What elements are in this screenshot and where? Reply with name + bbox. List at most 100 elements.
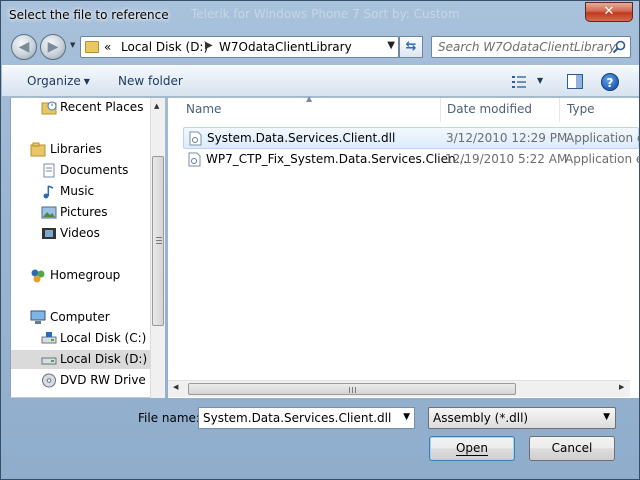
address-dropdown-icon[interactable]: ▼ xyxy=(387,40,395,51)
grip-line xyxy=(156,237,162,238)
new-folder-button[interactable]: New folder xyxy=(118,74,183,88)
cancel-button[interactable]: Cancel xyxy=(529,436,615,461)
forward-button[interactable]: ▶ xyxy=(40,34,66,60)
sidebar-item-label: Local Disk (D:) xyxy=(60,352,148,366)
column-header-date-modified[interactable]: Date modified xyxy=(447,102,532,126)
back-button[interactable]: ◀ xyxy=(11,34,37,60)
sidebar-item-homegroup[interactable]: Homegroup xyxy=(11,266,151,285)
homegroup-icon xyxy=(31,269,45,283)
address-bar[interactable]: « Local Disk (D:) ▶ W7OdataClientLibrary… xyxy=(80,36,399,58)
grip-line xyxy=(349,387,350,393)
dvd-drive-icon xyxy=(42,373,56,388)
file-dialog-window: Telerik for Windows Phone 7 Sort by: Cus… xyxy=(0,0,640,480)
drive-icon xyxy=(41,332,57,344)
sidebar-item-label: Videos xyxy=(60,226,100,240)
grip-line xyxy=(156,240,162,241)
sidebar-item-label: Homegroup xyxy=(50,268,121,282)
folder-icon xyxy=(85,41,99,53)
address-segment-folder[interactable]: W7OdataClientLibrary xyxy=(219,40,352,54)
back-arrow-icon: ◀ xyxy=(18,39,30,55)
address-overflow[interactable]: « xyxy=(104,40,111,54)
open-button[interactable]: Open xyxy=(429,436,515,461)
help-icon[interactable]: ? xyxy=(601,73,619,91)
grip-line xyxy=(156,243,162,244)
preview-pane-icon[interactable] xyxy=(567,74,583,89)
scrollbar-thumb[interactable] xyxy=(188,383,516,395)
organize-menu[interactable]: Organize ▼ xyxy=(27,74,90,88)
file-date: 3/12/2010 12:29 PM xyxy=(446,131,568,145)
sidebar-item-local-disk-c[interactable]: Local Disk (C:) xyxy=(11,329,151,348)
file-name-value[interactable]: System.Data.Services.Client.dll xyxy=(203,411,391,425)
search-box[interactable]: Search W7OdataClientLibrary xyxy=(431,36,631,58)
forward-arrow-icon: ▶ xyxy=(47,39,59,55)
sidebar-item-computer[interactable]: Computer xyxy=(11,308,151,327)
scrollbar-thumb[interactable] xyxy=(152,156,164,326)
refresh-button[interactable]: ⇆ xyxy=(399,36,423,58)
column-header-type[interactable]: Type xyxy=(567,102,595,126)
sort-ascending-icon: ▲ xyxy=(306,94,313,103)
chevron-down-icon[interactable]: ▼ xyxy=(403,412,410,422)
chevron-down-icon: ▼ xyxy=(83,77,90,86)
search-input[interactable]: Search W7OdataClientLibrary xyxy=(438,40,616,54)
chevron-right-icon[interactable]: ▶ xyxy=(205,40,213,51)
file-type: Application e xyxy=(565,152,640,166)
scroll-left-icon[interactable]: ◀ xyxy=(173,383,178,391)
file-list: ▲ Name Date modified Type System.Data.Se… xyxy=(168,94,640,398)
computer-icon xyxy=(30,310,46,324)
search-icon[interactable] xyxy=(612,40,626,54)
sidebar-item-music[interactable]: Music xyxy=(11,182,151,201)
sidebar-item-label: Local Disk (C:) xyxy=(60,331,147,345)
recent-locations-dropdown-icon[interactable]: ▼ xyxy=(70,41,80,53)
column-divider[interactable] xyxy=(440,98,441,122)
sidebar-item-local-disk-d[interactable]: Local Disk (D:) xyxy=(11,350,151,369)
grip-line xyxy=(352,387,353,393)
videos-icon xyxy=(42,228,56,239)
sidebar-item-documents[interactable]: Documents xyxy=(11,161,151,180)
file-row[interactable]: WP7_CTP_Fix_System.Data.Services.Clien..… xyxy=(183,149,640,171)
title-bar[interactable]: Telerik for Windows Phone 7 Sort by: Cus… xyxy=(1,1,639,31)
sidebar-item-label: Documents xyxy=(60,163,129,177)
column-header-name[interactable]: Name xyxy=(186,102,221,126)
file-list-horizontal-scrollbar[interactable]: ◀ ▶ xyxy=(168,380,630,397)
sidebar-item-label: Pictures xyxy=(60,205,108,219)
address-segment-drive[interactable]: Local Disk (D:) xyxy=(121,40,208,54)
scroll-right-icon[interactable]: ▶ xyxy=(619,383,624,391)
file-date: 12/19/2010 5:22 AM xyxy=(445,152,568,166)
close-button[interactable]: ✕ xyxy=(585,2,633,22)
documents-icon xyxy=(43,163,55,178)
sidebar-item-pictures[interactable]: Pictures xyxy=(11,203,151,222)
file-type: Application e xyxy=(566,131,640,145)
dll-file-icon xyxy=(188,152,201,167)
file-type-value: Assembly (*.dll) xyxy=(433,411,529,425)
background-window-ghost-text: Telerik for Windows Phone 7 Sort by: Cus… xyxy=(191,7,460,21)
grip-line xyxy=(355,387,356,393)
sidebar-item-recent-places[interactable]: Recent Places xyxy=(11,98,151,117)
column-divider[interactable] xyxy=(559,98,560,122)
sidebar-item-libraries[interactable]: Libraries xyxy=(11,140,151,159)
file-type-select[interactable]: Assembly (*.dll) ▼ xyxy=(428,407,616,429)
file-name-label: File name: xyxy=(138,411,200,425)
file-name: WP7_CTP_Fix_System.Data.Services.Clien..… xyxy=(206,152,468,166)
navigation-pane: Recent Places Libraries Documents Music … xyxy=(10,98,166,398)
file-name-field[interactable]: System.Data.Services.Client.dll ▼ xyxy=(198,407,415,429)
sidebar-item-dvd-drive[interactable]: DVD RW Drive (E: xyxy=(11,371,166,390)
dll-file-icon xyxy=(189,131,202,146)
scroll-up-icon[interactable]: ▲ xyxy=(154,102,159,110)
libraries-icon xyxy=(30,142,46,157)
sidebar-item-label: Libraries xyxy=(50,142,102,156)
window-title: Select the file to reference xyxy=(9,8,169,22)
command-bar: Organize ▼ New folder ▼ ? xyxy=(2,65,639,97)
refresh-icon: ⇆ xyxy=(405,39,417,54)
music-icon xyxy=(43,185,54,199)
recent-places-icon xyxy=(41,101,57,115)
file-name: System.Data.Services.Client.dll xyxy=(207,131,396,145)
sidebar-item-label: Music xyxy=(60,184,95,198)
sidebar-item-label: Recent Places xyxy=(60,100,144,114)
chevron-down-icon[interactable]: ▼ xyxy=(603,412,610,422)
navigation-pane-scrollbar[interactable]: ▲ xyxy=(150,98,165,398)
views-icon[interactable] xyxy=(511,75,527,89)
sidebar-item-videos[interactable]: Videos xyxy=(11,224,151,243)
file-row[interactable]: System.Data.Services.Client.dll 3/12/201… xyxy=(183,127,640,149)
views-dropdown-icon[interactable]: ▼ xyxy=(537,76,543,85)
pictures-icon xyxy=(41,206,57,219)
